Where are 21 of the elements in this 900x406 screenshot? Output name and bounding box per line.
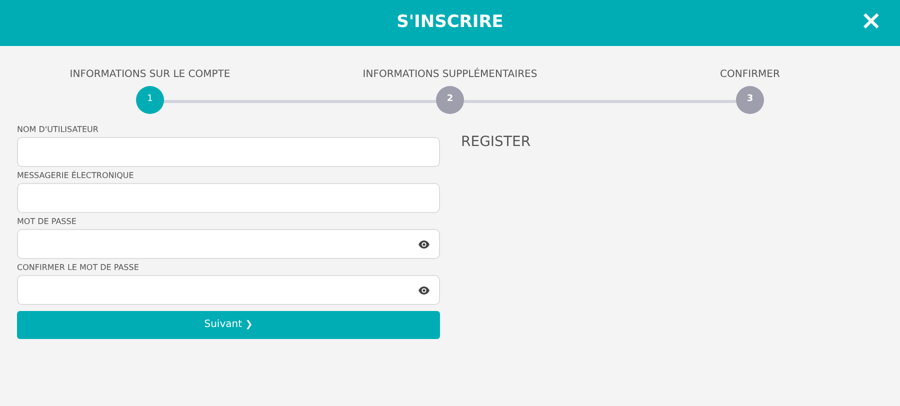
chevron-icon: ❯ xyxy=(245,320,253,330)
password-field[interactable] xyxy=(17,275,440,305)
step-indicator[interactable]: 3 xyxy=(736,86,764,114)
field-label: CONFIRMER LE MOT DE PASSE xyxy=(17,263,139,272)
input-field[interactable] xyxy=(17,137,440,167)
close-button[interactable]: × xyxy=(860,8,882,34)
step-label: INFORMATIONS SUPPLÉMENTAIRES xyxy=(362,69,538,80)
step-label: CONFIRMER xyxy=(720,69,780,80)
eye-icon[interactable] xyxy=(418,240,430,248)
dialog-title: S'INSCRIRE xyxy=(396,11,504,34)
step-indicator[interactable]: 2 xyxy=(436,86,464,114)
step-indicator[interactable]: 1 xyxy=(136,86,164,114)
eye-icon[interactable] xyxy=(418,286,430,294)
field-label: MOT DE PASSE xyxy=(17,217,76,226)
section-heading: REGISTER xyxy=(461,133,531,152)
next-button[interactable]: Suivant ❯ xyxy=(17,311,440,339)
field-label: NOM D'UTILISATEUR xyxy=(17,125,98,134)
step-label: INFORMATIONS SUR LE COMPTE xyxy=(70,69,230,80)
field-label: MESSAGERIE ÉLECTRONIQUE xyxy=(17,171,134,180)
input-field[interactable] xyxy=(17,183,440,213)
password-field[interactable] xyxy=(17,229,440,259)
